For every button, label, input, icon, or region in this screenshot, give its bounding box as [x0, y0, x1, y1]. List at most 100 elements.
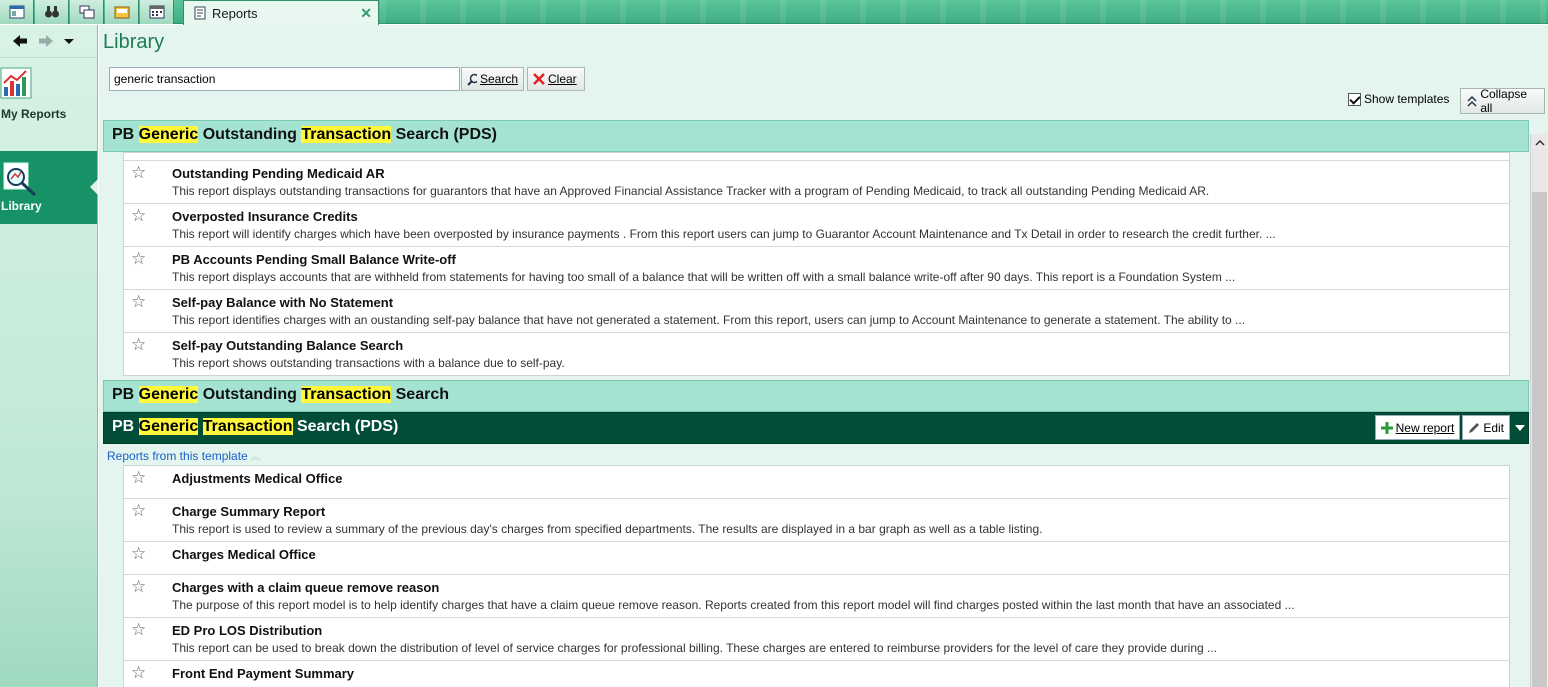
close-tab-icon[interactable]: ✕: [360, 5, 372, 22]
top-toolbar: Reports ✕: [0, 0, 1548, 25]
chevron-down-icon: [1515, 424, 1525, 431]
new-report-label: New report: [1395, 420, 1455, 435]
tab-reports[interactable]: Reports ✕: [183, 0, 379, 25]
scroll-up-button[interactable]: [1531, 134, 1548, 151]
report-description: This report identifies charges with an o…: [172, 313, 1246, 327]
clear-button[interactable]: Clear: [527, 67, 585, 91]
chevron-up-icon: [1534, 139, 1545, 146]
template-header-outstanding-pds[interactable]: PB Generic Outstanding Transaction Searc…: [103, 120, 1529, 152]
favorite-star-icon[interactable]: ☆: [131, 664, 146, 681]
report-title[interactable]: Self-pay Balance with No Statement: [172, 294, 1509, 312]
report-description: This report will identify charges which …: [172, 227, 1276, 241]
header-text: Outstanding: [198, 126, 302, 143]
template-header-outstanding[interactable]: PB Generic Outstanding Transaction Searc…: [103, 380, 1529, 412]
library-magnifier-icon: [3, 162, 37, 197]
report-title[interactable]: Self-pay Outstanding Balance Search: [172, 337, 1509, 355]
list-item[interactable]: ☆ Adjustments Medical Office: [124, 466, 1509, 499]
windows-button[interactable]: [70, 0, 104, 24]
list-item[interactable]: ☆ Self-pay Balance with No Statement Thi…: [124, 290, 1509, 333]
tab-reports-label: Reports: [212, 5, 258, 21]
favorite-star-icon[interactable]: ☆: [131, 578, 146, 595]
search-input[interactable]: [109, 67, 460, 91]
template-menu-dropdown[interactable]: [1512, 415, 1528, 440]
list-item[interactable]: ☆ Charges with a claim queue remove reas…: [124, 575, 1509, 618]
report-title[interactable]: Outstanding Pending Medicaid AR: [172, 165, 1509, 183]
header-highlight: Generic: [138, 418, 199, 435]
favorite-star-icon[interactable]: ☆: [131, 545, 146, 562]
list-item[interactable]: ☆ Self-pay Outstanding Balance Search Th…: [124, 333, 1509, 375]
inbox-button[interactable]: [105, 0, 139, 24]
workspace-button[interactable]: [0, 0, 34, 24]
list-item[interactable]: ☆ Front End Payment Summary: [124, 661, 1509, 687]
forward-arrow-icon[interactable]: [38, 34, 54, 48]
header-text: PB: [112, 418, 139, 435]
favorite-star-icon[interactable]: ☆: [131, 207, 146, 224]
list-item: [124, 153, 1509, 161]
favorite-star-icon[interactable]: ☆: [131, 621, 146, 638]
collapse-all-button[interactable]: Collapse all: [1460, 87, 1545, 115]
clear-x-icon: [533, 73, 545, 85]
header-highlight: Transaction: [301, 386, 392, 403]
clear-button-label: Clear: [548, 72, 577, 86]
history-nav: [0, 25, 97, 58]
template-actions: New report Edit: [1374, 415, 1528, 440]
search-button-label: Search: [479, 72, 518, 86]
show-templates-checkbox[interactable]: [1348, 92, 1361, 106]
template-header-transaction-pds[interactable]: PB Generic Transaction Search (PDS) New …: [103, 412, 1529, 444]
template-report-list: ☆ Adjustments Medical Office ☆ Charge Su…: [123, 465, 1510, 687]
vertical-scrollbar[interactable]: [1530, 134, 1547, 687]
favorite-star-icon[interactable]: ☆: [131, 293, 146, 310]
nav-my-reports-label: My Reports: [1, 107, 67, 121]
nav-library-label: Library: [1, 199, 42, 213]
favorite-star-icon[interactable]: ☆: [131, 164, 146, 181]
windows-icon: [79, 5, 94, 19]
list-item[interactable]: ☆ Charge Summary Report This report is u…: [124, 499, 1509, 542]
report-description: This report can be used to break down th…: [172, 641, 1218, 655]
back-arrow-icon[interactable]: [12, 34, 28, 48]
bamboo-decoration: [380, 0, 1548, 24]
favorite-star-icon[interactable]: ☆: [131, 469, 146, 486]
reports-from-template-link[interactable]: Reports from this template ︽: [107, 448, 261, 463]
report-title[interactable]: Charges with a claim queue remove reason: [172, 579, 1509, 597]
report-title[interactable]: Front End Payment Summary: [172, 665, 1509, 683]
search-button[interactable]: Search: [461, 67, 524, 91]
list-item[interactable]: ☆ Outstanding Pending Medicaid AR This r…: [124, 161, 1509, 204]
favorite-star-icon[interactable]: ☆: [131, 336, 146, 353]
nav-library[interactable]: Library: [0, 151, 98, 224]
scrollbar-thumb[interactable]: [1532, 192, 1547, 687]
header-highlight: Generic: [138, 386, 199, 403]
report-description: This report displays accounts that are w…: [172, 270, 1236, 284]
pencil-icon: [1469, 422, 1480, 433]
double-chevron-up-icon: ︽: [250, 452, 261, 463]
history-dropdown-icon[interactable]: [64, 34, 74, 48]
double-chevron-up-icon: [1467, 95, 1477, 107]
favorite-star-icon[interactable]: ☆: [131, 502, 146, 519]
report-title[interactable]: Overposted Insurance Credits: [172, 208, 1509, 226]
report-title[interactable]: Charges Medical Office: [172, 546, 1509, 564]
workspace-icon: [9, 5, 24, 19]
report-description: This report is used to review a summary …: [172, 522, 1043, 536]
report-description: The purpose of this report model is to h…: [172, 598, 1295, 612]
favorite-star-icon[interactable]: ☆: [131, 250, 146, 267]
list-item[interactable]: ☆ PB Accounts Pending Small Balance Writ…: [124, 247, 1509, 290]
list-item[interactable]: ☆ Overposted Insurance Credits This repo…: [124, 204, 1509, 247]
report-title[interactable]: PB Accounts Pending Small Balance Write-…: [172, 251, 1509, 269]
find-button[interactable]: [35, 0, 69, 24]
edit-button[interactable]: Edit: [1462, 415, 1510, 440]
nav-my-reports[interactable]: My Reports: [0, 65, 97, 125]
edit-label: Edit: [1483, 420, 1504, 435]
header-highlight: Transaction: [202, 418, 293, 435]
results-panel: PB Generic Outstanding Transaction Searc…: [103, 120, 1548, 687]
report-title[interactable]: Adjustments Medical Office: [172, 470, 1509, 488]
list-item[interactable]: ☆ Charges Medical Office: [124, 542, 1509, 575]
report-title[interactable]: ED Pro LOS Distribution: [172, 622, 1509, 640]
calendar-button[interactable]: [140, 0, 174, 24]
template-report-list: ☆ Outstanding Pending Medicaid AR This r…: [123, 152, 1510, 376]
new-report-button[interactable]: New report: [1374, 415, 1461, 440]
search-icon: [467, 73, 477, 86]
show-templates-toggle[interactable]: Show templates: [1348, 92, 1449, 106]
my-reports-chart-icon: [0, 67, 32, 99]
report-title[interactable]: Charge Summary Report: [172, 503, 1509, 521]
binoculars-icon: [44, 6, 59, 18]
list-item[interactable]: ☆ ED Pro LOS Distribution This report ca…: [124, 618, 1509, 661]
